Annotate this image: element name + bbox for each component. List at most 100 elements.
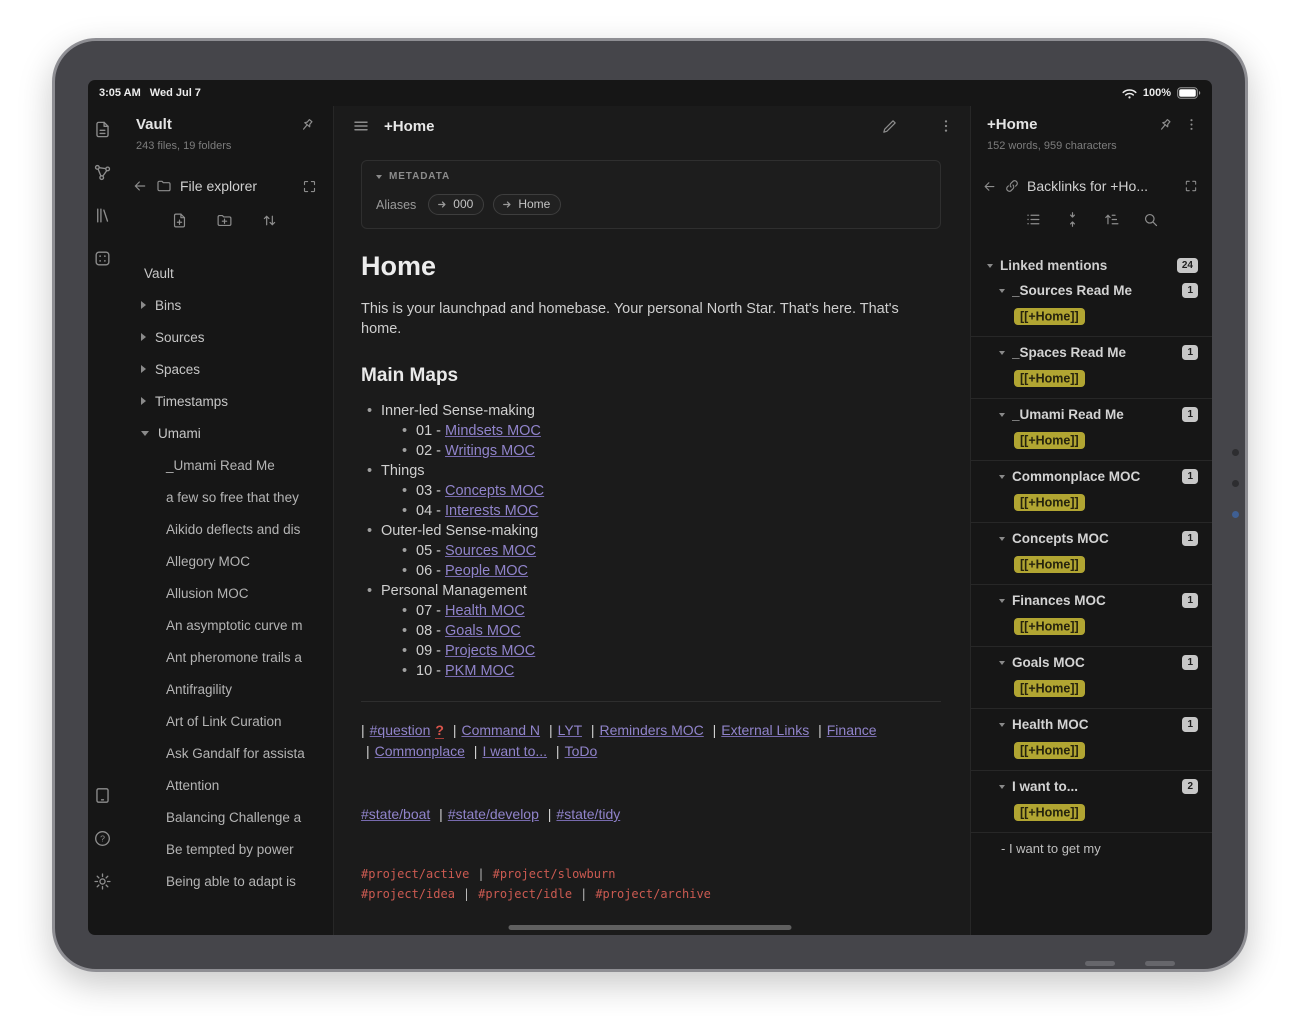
list-item: 01 - Mindsets MOC — [361, 421, 941, 441]
tree-file[interactable]: a few so free that they — [116, 481, 333, 513]
tree-file[interactable]: Ant pheromone trails a — [116, 641, 333, 673]
internal-link[interactable]: Sources MOC — [445, 543, 536, 559]
match-context[interactable]: - I want to get my — [971, 833, 1212, 856]
search-icon[interactable] — [1142, 211, 1159, 228]
tag-code[interactable]: #project/archive — [595, 887, 711, 901]
settings-icon[interactable] — [93, 872, 112, 891]
hamburger-menu-icon[interactable] — [352, 117, 370, 135]
internal-link[interactable]: Goals MOC — [445, 623, 521, 639]
tree-folder[interactable]: Bins — [116, 289, 333, 321]
tree-file[interactable]: An asymptotic curve m — [116, 609, 333, 641]
list-item: 07 - Health MOC — [361, 601, 941, 621]
tree-file[interactable]: Ask Gandalf for assista — [116, 737, 333, 769]
more-options-icon[interactable] — [938, 118, 954, 134]
tree-folder[interactable]: Timestamps — [116, 385, 333, 417]
match-highlight[interactable]: [[+Home]] — [1014, 308, 1085, 325]
list-item: 09 - Projects MOC — [361, 641, 941, 661]
internal-link[interactable]: Concepts MOC — [445, 483, 544, 499]
pin-icon[interactable] — [1157, 117, 1173, 133]
tag-code[interactable]: #project/active — [361, 867, 469, 881]
tag-code[interactable]: #project/idle — [478, 887, 572, 901]
match-highlight[interactable]: [[+Home]] — [1014, 370, 1085, 387]
tablet-icon[interactable] — [93, 786, 112, 805]
expand-icon[interactable] — [1184, 179, 1198, 193]
internal-link[interactable]: Projects MOC — [445, 643, 535, 659]
metadata-header[interactable]: METADATA — [376, 171, 926, 182]
tree-file[interactable]: _Umami Read Me — [116, 449, 333, 481]
linked-mentions-header[interactable]: Linked mentions 24 — [971, 258, 1212, 273]
sort-icon[interactable] — [261, 212, 278, 229]
match-highlight[interactable]: [[+Home]] — [1014, 618, 1085, 635]
tree-root[interactable]: Vault — [116, 257, 333, 289]
match-highlight[interactable]: [[+Home]] — [1014, 804, 1085, 821]
internal-link[interactable]: Commonplace — [375, 743, 465, 759]
new-folder-icon[interactable] — [216, 212, 233, 229]
internal-link[interactable]: Health MOC — [445, 603, 525, 619]
tree-file[interactable]: Aikido deflects and dis — [116, 513, 333, 545]
count-badge: 24 — [1177, 258, 1198, 273]
count-badge: 2 — [1182, 779, 1198, 794]
edit-pencil-icon[interactable] — [881, 118, 898, 135]
side-sensor-dot — [1232, 480, 1239, 487]
question-tag[interactable]: #question — [370, 722, 431, 738]
back-arrow-icon[interactable] — [132, 178, 148, 194]
match-highlight[interactable]: [[+Home]] — [1014, 556, 1085, 573]
dice-icon[interactable] — [93, 249, 112, 268]
tree-file[interactable]: Be tempted by power — [116, 833, 333, 865]
pin-icon[interactable] — [299, 117, 315, 133]
collapse-results-icon[interactable] — [1064, 211, 1081, 228]
internal-link[interactable]: External Links — [721, 722, 809, 738]
vault-title: Vault — [136, 116, 299, 133]
tag-code[interactable]: #project/slowburn — [493, 867, 616, 881]
tree-file[interactable]: Antifragility — [116, 673, 333, 705]
tree-file[interactable]: Allegory MOC — [116, 545, 333, 577]
tree-file[interactable]: Attention — [116, 769, 333, 801]
match-highlight[interactable]: [[+Home]] — [1014, 680, 1085, 697]
sort-order-icon[interactable] — [1103, 211, 1120, 228]
tag-code[interactable]: #project/idea — [361, 887, 455, 901]
internal-link[interactable]: PKM MOC — [445, 663, 514, 679]
more-options-icon[interactable] — [1184, 117, 1199, 132]
question-mark[interactable]: ? — [435, 722, 444, 739]
list-item: 02 - Writings MOC — [361, 441, 941, 461]
separator: | — [477, 867, 484, 881]
tag-link[interactable]: #state/develop — [448, 806, 539, 822]
bullet-list-icon[interactable] — [1025, 211, 1042, 228]
home-indicator[interactable] — [509, 925, 792, 930]
internal-link[interactable]: Finance — [827, 722, 877, 738]
tree-file[interactable]: Balancing Challenge a — [116, 801, 333, 833]
notebook-icon[interactable] — [93, 120, 112, 139]
tag-link[interactable]: #state/tidy — [556, 806, 620, 822]
help-icon[interactable]: ? — [93, 829, 112, 848]
graph-icon[interactable] — [93, 163, 112, 182]
match-highlight[interactable]: [[+Home]] — [1014, 432, 1085, 449]
internal-link[interactable]: I want to... — [482, 743, 547, 759]
match-highlight[interactable]: [[+Home]] — [1014, 494, 1085, 511]
alias-pill[interactable]: 000 — [428, 194, 484, 215]
library-icon[interactable] — [93, 206, 112, 225]
match-highlight[interactable]: [[+Home]] — [1014, 742, 1085, 759]
internal-link[interactable]: LYT — [558, 722, 582, 738]
tree-folder[interactable]: Umami — [116, 417, 333, 449]
internal-link[interactable]: ToDo — [565, 743, 598, 759]
back-arrow-icon[interactable] — [982, 179, 997, 194]
internal-link[interactable]: Writings MOC — [445, 443, 535, 459]
tree-file[interactable]: Art of Link Curation — [116, 705, 333, 737]
tree-file[interactable]: Allusion MOC — [116, 577, 333, 609]
alias-pill[interactable]: Home — [493, 194, 561, 215]
internal-link[interactable]: Mindsets MOC — [445, 423, 541, 439]
internal-link[interactable]: Interests MOC — [445, 503, 538, 519]
speaker-grille — [1145, 961, 1175, 966]
tag-link[interactable]: #state/boat — [361, 806, 430, 822]
internal-link[interactable]: People MOC — [445, 563, 528, 579]
collapse-icon — [987, 264, 993, 268]
tree-file[interactable]: Being able to adapt is — [116, 865, 333, 897]
new-note-icon[interactable] — [171, 212, 188, 229]
tree-folder[interactable]: Spaces — [116, 353, 333, 385]
internal-link[interactable]: Reminders MOC — [600, 722, 704, 738]
tree-folder[interactable]: Sources — [116, 321, 333, 353]
internal-link[interactable]: Command N — [461, 722, 540, 738]
expand-icon[interactable] — [302, 179, 317, 194]
status-date: Wed Jul 7 — [150, 87, 201, 99]
backlink-group: Health MOC1 [[+Home]] — [971, 709, 1212, 771]
